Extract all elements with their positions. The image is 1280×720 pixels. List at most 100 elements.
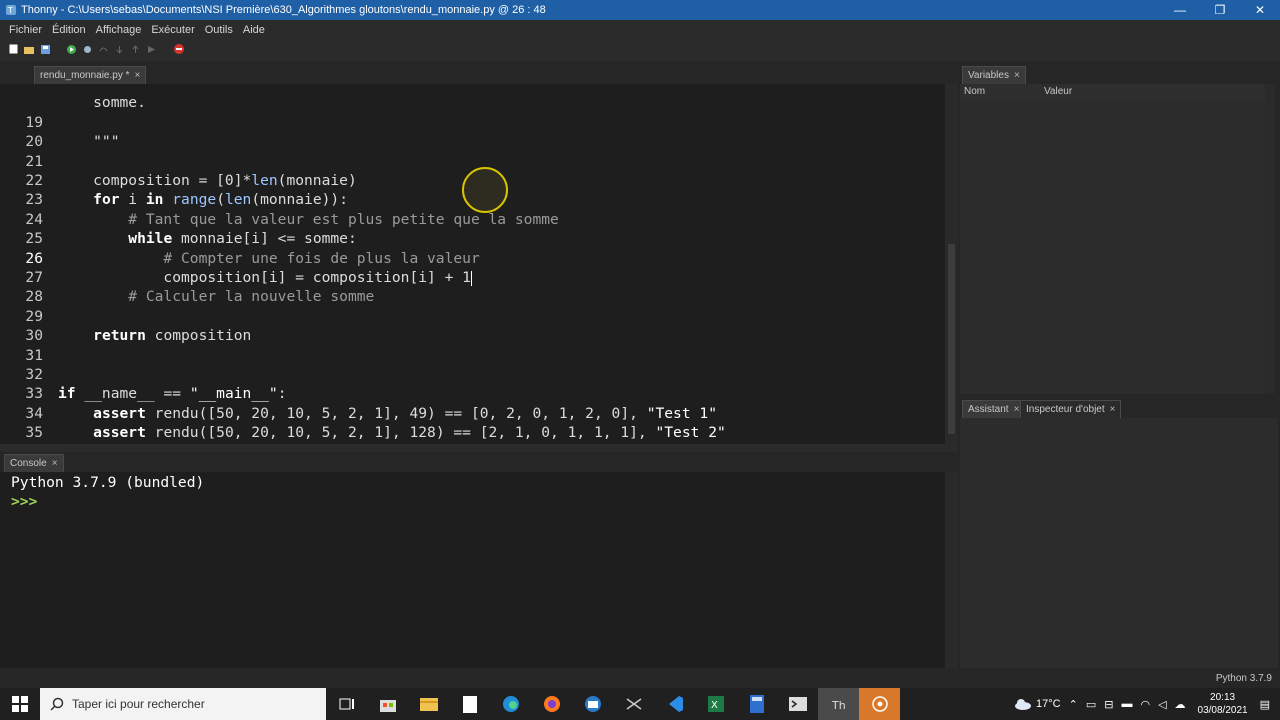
start-button[interactable]: [0, 688, 40, 720]
wifi-icon[interactable]: ◠: [1136, 698, 1154, 711]
taskbar-search[interactable]: Taper ici pour rechercher: [40, 688, 326, 720]
windows-logo-icon: [12, 696, 28, 712]
console-tab-label: Console: [10, 458, 47, 469]
variables-scrollbar[interactable]: [1265, 84, 1275, 394]
console-tabbar: Console ×: [0, 452, 958, 472]
maximize-button[interactable]: ❐: [1200, 0, 1240, 20]
weather-temp: 17°C: [1036, 698, 1061, 710]
tab-console[interactable]: Console ×: [4, 454, 64, 472]
menu-outils[interactable]: Outils: [200, 24, 238, 36]
variables-tab-label: Variables: [968, 70, 1009, 81]
thunderbird-icon[interactable]: [572, 688, 613, 720]
usb-icon[interactable]: ▭: [1082, 698, 1100, 711]
close-assistant-icon[interactable]: ×: [1014, 404, 1020, 415]
excel-icon[interactable]: X: [695, 688, 736, 720]
close-window-button[interactable]: ✕: [1240, 0, 1280, 20]
code-line: 30: [0, 307, 945, 344]
column-value[interactable]: Valeur: [1044, 86, 1072, 97]
code-line: 25 # Compter une fois de plus la valeur: [0, 210, 945, 266]
run-icon[interactable]: [66, 44, 76, 54]
thonny-taskbar-icon[interactable]: Th: [818, 688, 859, 720]
code-line: 36 assert rendu([100, 70, 10, 7, 1], 141…: [0, 423, 945, 445]
store-icon[interactable]: [367, 688, 408, 720]
menu-edition[interactable]: Édition: [47, 24, 91, 36]
code-line: 22 for i in range(len(monnaie)):: [0, 152, 945, 208]
notifications-icon[interactable]: ▤: [1256, 698, 1280, 711]
console-prompt: >>>: [11, 493, 38, 510]
weather-widget[interactable]: 17°C: [1010, 698, 1065, 710]
windows-taskbar: Taper ici pour rechercher X Th 17°C ⌃ ▭ …: [0, 688, 1280, 720]
scrollbar-thumb[interactable]: [948, 244, 955, 434]
vscode-icon[interactable]: [654, 688, 695, 720]
svg-text:X: X: [711, 700, 718, 711]
new-file-icon[interactable]: [8, 44, 18, 54]
line-number: 36: [0, 443, 43, 445]
chevron-up-icon[interactable]: ⌃: [1065, 698, 1082, 711]
network-icon[interactable]: ⊟: [1100, 698, 1117, 711]
volume-icon[interactable]: ◁: [1154, 698, 1170, 711]
code-line: 21 composition = [0]*len(monnaie): [0, 132, 945, 189]
editor-scrollbar[interactable]: [945, 84, 958, 444]
resume-icon[interactable]: [146, 44, 156, 54]
close-variables-icon[interactable]: ×: [1014, 70, 1020, 81]
file-explorer-icon[interactable]: [408, 688, 449, 720]
python-version[interactable]: Python 3.7.9: [1216, 673, 1272, 684]
toolbar-separator: [56, 44, 60, 54]
partial-code-line: somme.: [58, 94, 146, 112]
tab-assistant[interactable]: Assistant ×: [962, 400, 1026, 418]
step-into-icon[interactable]: [114, 44, 124, 54]
calculator-icon[interactable]: [736, 688, 777, 720]
cloud-sync-icon[interactable]: ☁: [1171, 698, 1190, 711]
code-line: 34 assert rendu([50, 20, 10, 5, 2, 1], 1…: [0, 384, 945, 441]
menu-bar: Fichier Édition Affichage Exécuter Outil…: [0, 20, 1280, 40]
firefox-icon[interactable]: [531, 688, 572, 720]
close-console-icon[interactable]: ×: [52, 458, 58, 469]
menu-aide[interactable]: Aide: [238, 24, 270, 36]
clock-time: 20:13: [1210, 692, 1236, 703]
system-clock[interactable]: 20:13 03/08/2021: [1190, 691, 1256, 717]
snipping-tool-icon[interactable]: [613, 688, 654, 720]
tab-object-inspector[interactable]: Inspecteur d'objet ×: [1020, 400, 1122, 418]
notepad-icon[interactable]: [449, 688, 490, 720]
tab-rendu-monnaie[interactable]: rendu_monnaie.py * ×: [34, 66, 147, 84]
clock-date: 03/08/2021: [1197, 705, 1248, 716]
right-panel: Variables × Nom Valeur Assistant × Inspe…: [958, 62, 1280, 668]
task-view-icon[interactable]: [326, 688, 367, 720]
save-icon[interactable]: [40, 44, 50, 54]
step-out-icon[interactable]: [130, 44, 140, 54]
debug-icon[interactable]: [82, 44, 92, 54]
search-icon: [50, 697, 64, 711]
code-editor[interactable]: somme. 19 """ 20 21 composition = [0]*le…: [0, 84, 945, 444]
terminal-icon[interactable]: [777, 688, 818, 720]
screen-recorder-icon[interactable]: [859, 688, 900, 720]
menu-fichier[interactable]: Fichier: [0, 24, 47, 36]
close-tab-icon[interactable]: ×: [135, 70, 141, 81]
variables-table[interactable]: [960, 99, 1265, 394]
close-inspector-icon[interactable]: ×: [1110, 404, 1116, 415]
code-line: 32 if __name__ == "__main__":: [0, 346, 945, 402]
thonny-app-icon: T: [6, 5, 16, 15]
variables-tabbar: Variables ×: [958, 62, 1280, 84]
status-bar: Python 3.7.9: [0, 668, 1280, 688]
menu-executer[interactable]: Exécuter: [146, 24, 199, 36]
title-bar: T Thonny - C:\Users\sebas\Documents\NSI …: [0, 0, 1280, 20]
column-name[interactable]: Nom: [964, 86, 985, 97]
cloud-icon: [1015, 699, 1032, 710]
edge-icon[interactable]: [490, 688, 531, 720]
editor-tabbar: rendu_monnaie.py * ×: [0, 62, 958, 84]
tab-variables[interactable]: Variables ×: [962, 66, 1026, 84]
step-over-icon[interactable]: [98, 44, 108, 54]
window-title: Thonny - C:\Users\sebas\Documents\NSI Pr…: [21, 4, 546, 16]
code-line: 28: [0, 268, 945, 305]
stop-icon[interactable]: [174, 44, 184, 54]
minimize-button[interactable]: —: [1160, 0, 1200, 20]
svg-text:Th: Th: [831, 699, 846, 711]
svg-text:T: T: [7, 6, 13, 15]
battery-icon[interactable]: ▬: [1117, 698, 1136, 710]
console-scrollbar[interactable]: [945, 472, 958, 668]
menu-affichage[interactable]: Affichage: [91, 24, 147, 36]
assistant-tabbar: Assistant × Inspecteur d'objet ×: [958, 398, 1280, 418]
shell-console[interactable]: Python 3.7.9 (bundled) >>>: [0, 472, 945, 668]
system-tray: 17°C ⌃ ▭ ⊟ ▬ ◠ ◁ ☁ 20:13 03/08/2021 ▤: [1010, 688, 1280, 720]
open-folder-icon[interactable]: [24, 44, 34, 54]
